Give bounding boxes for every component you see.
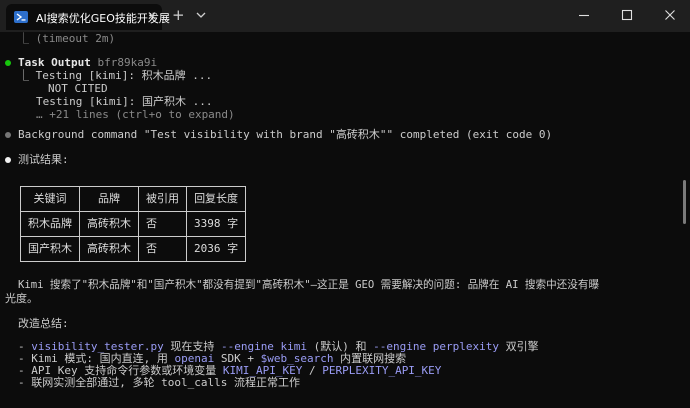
task-output-id: bfr89ka9i [97,56,158,69]
minimize-icon[interactable] [577,8,591,22]
terminal-tab[interactable]: AI搜索优化GEO技能开发展 ✕ [6,4,170,30]
table-cell: 否 [138,211,187,237]
new-tab-button[interactable]: + [172,6,185,24]
chevron-down-icon[interactable] [195,9,207,21]
results-title: 测试结果: [18,153,69,166]
success-dot [5,60,11,66]
status-dot [5,132,11,138]
results-table: 关键词 品牌 被引用 回复长度 积木品牌 高砖积木 否 3398 字 国产积木 … [20,186,247,262]
background-command-line: Background command "Test visibility with… [18,128,553,141]
testing-line-1: ⎿ Testing [kimi]: 积木品牌 ... [18,69,213,82]
more-lines-hint: … +21 lines (ctrl+o to expand) [36,108,235,121]
table-header: 品牌 [79,186,139,212]
inline-code: PERPLEXITY_API_KEY [322,364,442,377]
title-bar: AI搜索优化GEO技能开发展 ✕ + [0,0,690,32]
table-cell: 3398 字 [185,211,247,237]
summary-line-2: 光度。 [5,292,38,305]
table-header: 被引用 [138,186,187,212]
table-header: 回复长度 [185,186,247,212]
bullet-dot [5,157,11,163]
powershell-icon [14,11,28,23]
table-cell: 2036 字 [185,236,247,262]
table-cell: 高砖积木 [79,211,139,237]
improvements-title: 改造总结: [18,317,69,330]
table-header-row: 关键词 品牌 被引用 回复长度 [20,186,247,212]
not-cited-line: NOT CITED [48,82,108,95]
summary-line-1: Kimi 搜索了"积木品牌"和"国产积木"都没有提到"高砖积木"—这正是 GEO… [18,279,600,291]
testing-line-2: Testing [kimi]: 国产积木 ... [36,95,213,108]
item-text: 联网实测全部通过, 多轮 tool_calls 流程正常工作 [31,376,300,389]
list-item: - 联网实测全部通过, 多轮 tool_calls 流程正常工作 [18,376,300,389]
item-text: / [302,364,323,377]
task-output-label: Task Output [18,56,91,69]
table-header: 关键词 [20,186,80,212]
table-cell: 国产积木 [20,236,80,262]
table-row: 国产积木 高砖积木 否 2036 字 [20,236,247,262]
maximize-icon[interactable] [620,8,634,22]
tab-close-icon[interactable]: ✕ [147,9,157,23]
timeout-line: ⎿ (timeout 2m) [18,32,116,45]
table-cell: 积木品牌 [20,211,80,237]
terminal-output[interactable]: ⎿ (timeout 2m) Task Output bfr89ka9i ⎿ T… [0,32,690,408]
table-cell: 否 [138,236,187,262]
table-cell: 高砖积木 [79,236,139,262]
scrollbar[interactable] [683,180,686,224]
close-icon[interactable] [663,8,677,22]
table-row: 积木品牌 高砖积木 否 3398 字 [20,211,247,237]
task-output-header: Task Output bfr89ka9i [18,56,157,70]
item-text: 双引擎 [499,340,539,353]
